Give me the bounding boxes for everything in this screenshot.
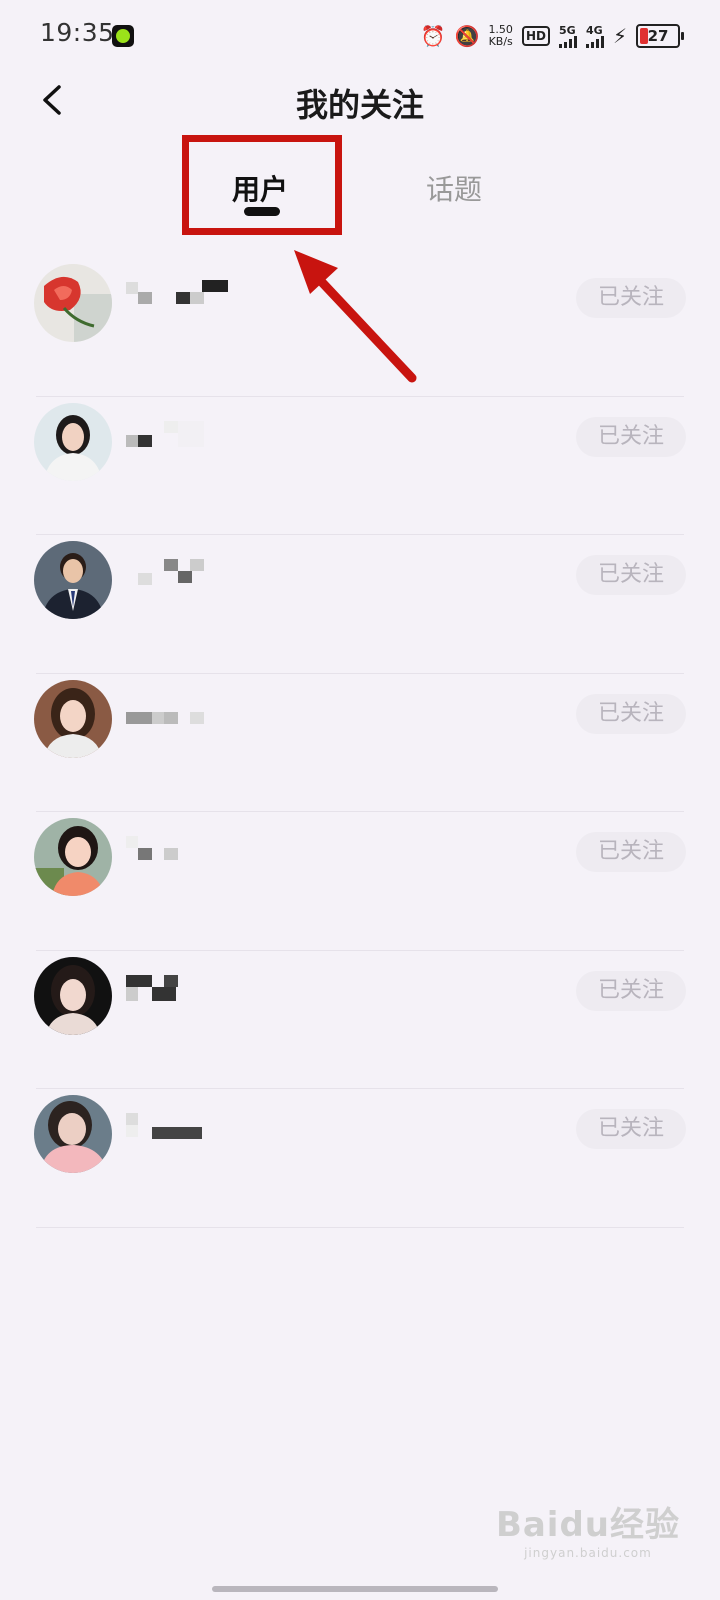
home-indicator[interactable] [212,1586,498,1592]
list-item[interactable]: 已关注 [0,258,720,397]
status-bar: 19:35 ⏰ 🔕 1.50 KB/s HD 5G 4G ⚡ 27 [0,0,720,72]
user-name-redacted [126,698,236,728]
list-item[interactable]: 已关注 [0,397,720,535]
battery-icon: 27 [636,24,684,48]
status-time: 19:35 [40,18,115,47]
battery-level: 27 [647,27,669,45]
user-name-redacted [126,836,236,866]
avatar[interactable] [34,1095,112,1173]
list-item[interactable]: 已关注 [0,674,720,812]
list-item[interactable]: 已关注 [0,951,720,1089]
hd-voice-icon: HD [521,26,550,46]
list-item[interactable]: 已关注 [0,1089,720,1228]
following-button[interactable]: 已关注 [576,970,686,1011]
following-button[interactable]: 已关注 [576,693,686,734]
signal-4g-label: 4G [585,23,603,37]
following-button[interactable]: 已关注 [576,555,686,595]
list-item[interactable]: 已关注 [0,812,720,951]
avatar[interactable] [34,402,112,481]
network-speed: 1.50 KB/s [488,24,513,48]
watermark-url: jingyan.baidu.com [524,1546,652,1560]
signal-5g-icon: 5G [558,23,577,48]
followed-users-list: 已关注 已关注 已关注 已关注 已关注 已关注 已关注 [0,258,720,1228]
page-title: 我的关注 [295,86,424,124]
app-notification-icon [112,25,134,47]
alarm-icon: ⏰ [420,24,446,48]
avatar[interactable] [34,818,112,896]
mute-bell-icon: 🔕 [454,24,480,48]
user-name-redacted [126,559,236,589]
signal-4g-icon: 4G [585,23,604,48]
tab-bar: 用户 话题 [0,150,720,230]
list-item[interactable]: 已关注 [0,535,720,674]
avatar[interactable] [34,264,112,342]
user-name-redacted [126,280,236,312]
avatar[interactable] [34,956,112,1035]
following-button[interactable]: 已关注 [576,278,686,318]
charging-icon: ⚡ [612,24,627,48]
avatar[interactable] [34,679,112,758]
user-name-redacted [126,1113,236,1143]
network-speed-unit: KB/s [488,35,513,48]
baidu-jingyan-watermark: Baidu经验 jingyan.baidu.com [496,1497,680,1560]
following-button[interactable]: 已关注 [576,1109,686,1149]
divider [36,1226,684,1228]
annotation-highlight-box [182,135,342,235]
avatar[interactable] [34,541,112,619]
following-button[interactable]: 已关注 [576,416,686,457]
tab-topics[interactable]: 话题 [426,168,482,208]
nav-header: 我的关注 [0,70,720,130]
watermark-logo-text: Baidu经验 [495,1505,680,1545]
user-name-redacted [126,420,236,451]
user-name-redacted [126,974,236,1005]
signal-5g-label: 5G [558,23,576,37]
following-button[interactable]: 已关注 [576,832,686,872]
